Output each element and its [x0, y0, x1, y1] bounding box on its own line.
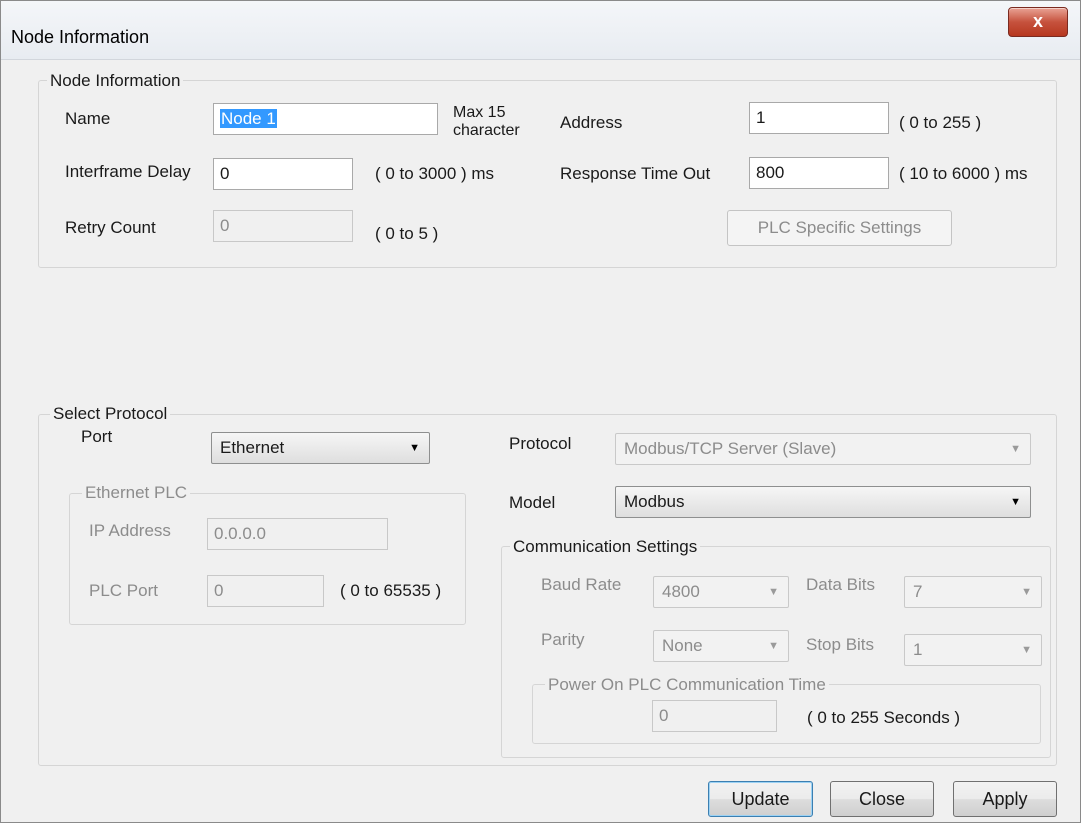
plc-specific-settings-button[interactable]: PLC Specific Settings	[727, 210, 952, 246]
retry-count-input[interactable]: 0	[213, 210, 353, 242]
plc-port-label: PLC Port	[89, 581, 158, 600]
model-value: Modbus	[624, 492, 685, 511]
address-input[interactable]: 1	[749, 102, 889, 134]
retry-count-label: Retry Count	[65, 218, 156, 237]
ip-address-input[interactable]: 0.0.0.0	[207, 518, 388, 550]
address-range: ( 0 to 255 )	[899, 113, 982, 132]
power-on-time-legend: Power On PLC Communication Time	[545, 675, 829, 695]
chevron-down-icon: ▼	[1010, 443, 1021, 455]
chevron-down-icon: ▼	[1021, 586, 1032, 598]
response-timeout-range: ( 10 to 6000 ) ms	[899, 164, 1028, 183]
data-bits-select[interactable]: 7 ▼	[904, 576, 1042, 608]
power-on-time-input[interactable]: 0	[652, 700, 777, 732]
plc-port-range: ( 0 to 65535 )	[340, 581, 442, 600]
baud-rate-label: Baud Rate	[541, 575, 622, 594]
address-label: Address	[560, 113, 623, 132]
max-characters-note: Max 15 character	[453, 104, 520, 139]
response-timeout-label: Response Time Out	[560, 164, 711, 183]
chevron-down-icon: ▼	[1010, 496, 1021, 508]
chevron-down-icon: ▼	[1021, 644, 1032, 656]
chevron-down-icon: ▼	[409, 442, 420, 454]
ethernet-plc-legend: Ethernet PLC	[82, 483, 191, 503]
node-information-dialog: Node Information x Node Information Name…	[0, 0, 1081, 823]
protocol-label: Protocol	[509, 434, 572, 453]
retry-count-range: ( 0 to 5 )	[375, 224, 439, 243]
communication-settings-legend: Communication Settings	[510, 537, 701, 557]
model-label: Model	[509, 493, 556, 512]
name-input[interactable]: Node 1	[213, 103, 438, 135]
stop-bits-select[interactable]: 1 ▼	[904, 634, 1042, 666]
baud-rate-select[interactable]: 4800 ▼	[653, 576, 789, 608]
name-label: Name	[65, 109, 111, 128]
parity-value: None	[662, 636, 703, 655]
close-button[interactable]: Close	[830, 781, 934, 817]
parity-select[interactable]: None ▼	[653, 630, 789, 662]
protocol-value: Modbus/TCP Server (Slave)	[624, 439, 837, 458]
stop-bits-value: 1	[913, 640, 923, 659]
power-on-time-range: ( 0 to 255 Seconds )	[807, 708, 961, 727]
model-select[interactable]: Modbus ▼	[615, 486, 1031, 518]
protocol-select[interactable]: Modbus/TCP Server (Slave) ▼	[615, 433, 1031, 465]
window-title: Node Information	[11, 27, 150, 47]
chevron-down-icon: ▼	[768, 640, 779, 652]
port-label: Port	[81, 427, 113, 446]
port-select[interactable]: Ethernet ▼	[211, 432, 430, 464]
parity-label: Parity	[541, 630, 585, 649]
data-bits-label: Data Bits	[806, 575, 875, 594]
port-value: Ethernet	[220, 438, 285, 457]
ip-address-label: IP Address	[89, 521, 171, 540]
baud-rate-value: 4800	[662, 582, 700, 601]
select-protocol-legend: Select Protocol	[50, 404, 171, 424]
apply-button[interactable]: Apply	[953, 781, 1057, 817]
plc-port-input[interactable]: 0	[207, 575, 324, 607]
data-bits-value: 7	[913, 582, 923, 601]
node-information-legend: Node Information	[47, 71, 184, 91]
interframe-delay-range: ( 0 to 3000 ) ms	[375, 164, 495, 183]
response-timeout-input[interactable]: 800	[749, 157, 889, 189]
stop-bits-label: Stop Bits	[806, 635, 875, 654]
close-icon: x	[1032, 11, 1043, 31]
interframe-delay-label: Interframe Delay	[65, 162, 191, 181]
interframe-delay-input[interactable]: 0	[213, 158, 353, 190]
name-value: Node 1	[220, 109, 277, 128]
title-bar[interactable]: Node Information x	[1, 1, 1080, 60]
chevron-down-icon: ▼	[768, 586, 779, 598]
update-button[interactable]: Update	[708, 781, 813, 817]
window-close-button[interactable]: x	[1008, 7, 1068, 37]
